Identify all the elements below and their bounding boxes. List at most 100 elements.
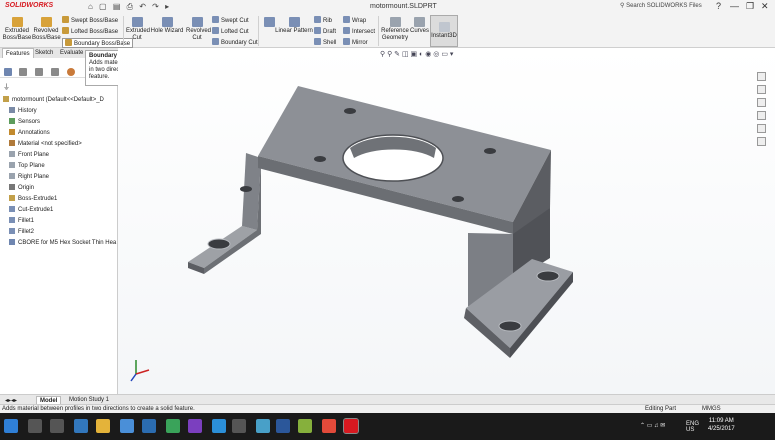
tree-item[interactable]: CBORE for M5 Hex Socket Thin Hea [9,239,116,246]
feature-tree-icon[interactable] [4,68,12,76]
mail-icon[interactable] [142,419,156,433]
clock[interactable]: 11:09 AM 4/25/2017 [708,417,735,433]
view-palette-icon[interactable] [757,111,766,120]
mount-hole [484,148,496,154]
filter-icon[interactable]: ⏚ [3,82,10,92]
tree-item[interactable]: Cut-Extrude1 [9,206,53,213]
tab-evaluate[interactable]: Evaluate [57,48,86,58]
maximize-button[interactable]: ❐ [746,1,754,12]
dimxpert-icon[interactable] [51,68,59,76]
z-axis [130,373,137,382]
extruded-cut-button[interactable]: Extruded Cut [126,17,150,42]
mirror-button[interactable]: Mirror [343,38,368,46]
extruded-boss-button[interactable]: Extruded Boss/Base [2,17,32,42]
ref-geometry-icon [389,17,401,27]
mount-hole [452,196,464,202]
instant3d-button[interactable]: Instant3D [430,15,458,47]
minimize-button[interactable]: — [730,1,739,11]
shell-button[interactable]: Shell [314,38,336,46]
tree-item[interactable]: Fillet2 [9,228,34,235]
instant3d-icon [438,22,450,32]
draft-button[interactable]: Draft [314,27,336,35]
draft-icon [314,27,321,34]
hole-icon [9,239,15,245]
fillet-button[interactable] [262,17,276,28]
settings-icon[interactable] [232,419,246,433]
explorer-icon[interactable] [96,419,110,433]
tree-item[interactable]: Top Plane [9,162,45,169]
wrap-button[interactable]: Wrap [343,16,366,24]
solidworks-window: SOLIDWORKS ⌂ ▢ ▤ ⎙ ↶ ↷ ▸ motormount.SLDP… [0,0,775,440]
tree-item[interactable]: Fillet1 [9,217,34,224]
quick-access-toolbar[interactable]: ⌂ ▢ ▤ ⎙ ↶ ↷ ▸ [88,2,171,12]
units-selector[interactable]: MMGS [702,406,721,412]
feature-manager-panel: ⏚ motormount (Default<<Default>_D Histor… [0,58,118,394]
display-manager-icon[interactable] [67,68,75,76]
status-editing: Editing Part [645,406,677,412]
counterbore-hole [536,270,560,282]
file-explorer-icon[interactable] [757,98,766,107]
x-axis [135,369,150,375]
visual-studio-icon[interactable] [188,419,202,433]
search-box[interactable]: ⚲ Search SOLIDWORKS Files [620,2,715,12]
custom-properties-icon[interactable] [757,137,766,146]
tab-motion-study[interactable]: Motion Study 1 [66,396,112,404]
tree-root[interactable]: motormount (Default<<Default>_D [3,96,104,103]
revolved-cut-button[interactable]: Revolved Cut [186,17,211,42]
linear-pattern-button[interactable]: Linear Pattern [275,17,313,35]
lofted-cut-button[interactable]: Lofted Cut [212,27,249,35]
curves-button[interactable]: Curves [410,17,429,35]
history-icon [9,107,15,113]
appearances-icon[interactable] [757,124,766,133]
configuration-manager-icon[interactable] [35,68,43,76]
ribbon-divider [258,16,259,46]
fillet-icon [9,228,15,234]
swept-boss-button[interactable]: Swept Boss/Base [62,16,118,24]
rib-button[interactable]: Rib [314,16,332,24]
reference-geometry-button[interactable]: Reference Geometry [380,17,410,42]
tree-item[interactable]: Front Plane [9,151,49,158]
tree-item[interactable]: Origin [9,184,34,191]
design-library-icon[interactable] [757,85,766,94]
help-button[interactable]: ? [716,1,721,11]
tree-item[interactable]: Annotations [9,129,50,136]
store-icon[interactable] [120,419,134,433]
fillet-icon [9,217,15,223]
plane-icon [9,151,15,157]
tree-item[interactable]: Material <not specified> [9,140,82,147]
task-view-icon[interactable] [50,419,64,433]
ribbon-divider [123,16,124,46]
revolved-boss-button[interactable]: Revolved Boss/Base [32,17,61,42]
graphics-area[interactable]: ⚲ ⚲ ✎ ◫ ▣ ◐ ◉ ◎ ▭ ▾ [118,48,775,394]
word-icon[interactable] [276,419,290,433]
resources-icon[interactable] [757,72,766,81]
chrome-icon[interactable] [322,419,336,433]
app-icon-1[interactable] [166,419,180,433]
app-icon-4[interactable] [298,419,312,433]
boundary-cut-button[interactable]: Boundary Cut [212,38,258,46]
tree-item[interactable]: Boss-Extrude1 [9,195,57,202]
swept-cut-icon [212,16,219,23]
extrude-boss-icon [11,17,23,27]
edge-icon[interactable] [74,419,88,433]
app-icon-2[interactable] [212,419,226,433]
close-button[interactable]: ✕ [761,1,769,12]
windows-icon[interactable] [4,419,18,433]
tab-sketch[interactable]: Sketch [32,48,56,58]
tree-item[interactable]: History [9,107,37,114]
swept-cut-button[interactable]: Swept Cut [212,16,249,24]
tree-item[interactable]: Right Plane [9,173,49,180]
tray-icons[interactable]: ⌃ ▭ ♫ ✉ [640,422,665,429]
intersect-button[interactable]: Intersect [343,27,375,35]
lofted-boss-button[interactable]: Lofted Boss/Base [62,27,118,35]
tree-item[interactable]: Sensors [9,118,40,125]
mount-hole [314,156,326,162]
solidworks-icon[interactable] [343,418,359,434]
property-manager-icon[interactable] [19,68,27,76]
hole-wizard-button[interactable]: Hole Wizard [150,17,184,35]
ribbon-divider [378,16,379,46]
search-icon[interactable] [28,419,42,433]
tab-features[interactable]: Features [2,48,34,58]
language-indicator[interactable]: ENG US [686,421,699,433]
app-icon-3[interactable] [256,419,270,433]
